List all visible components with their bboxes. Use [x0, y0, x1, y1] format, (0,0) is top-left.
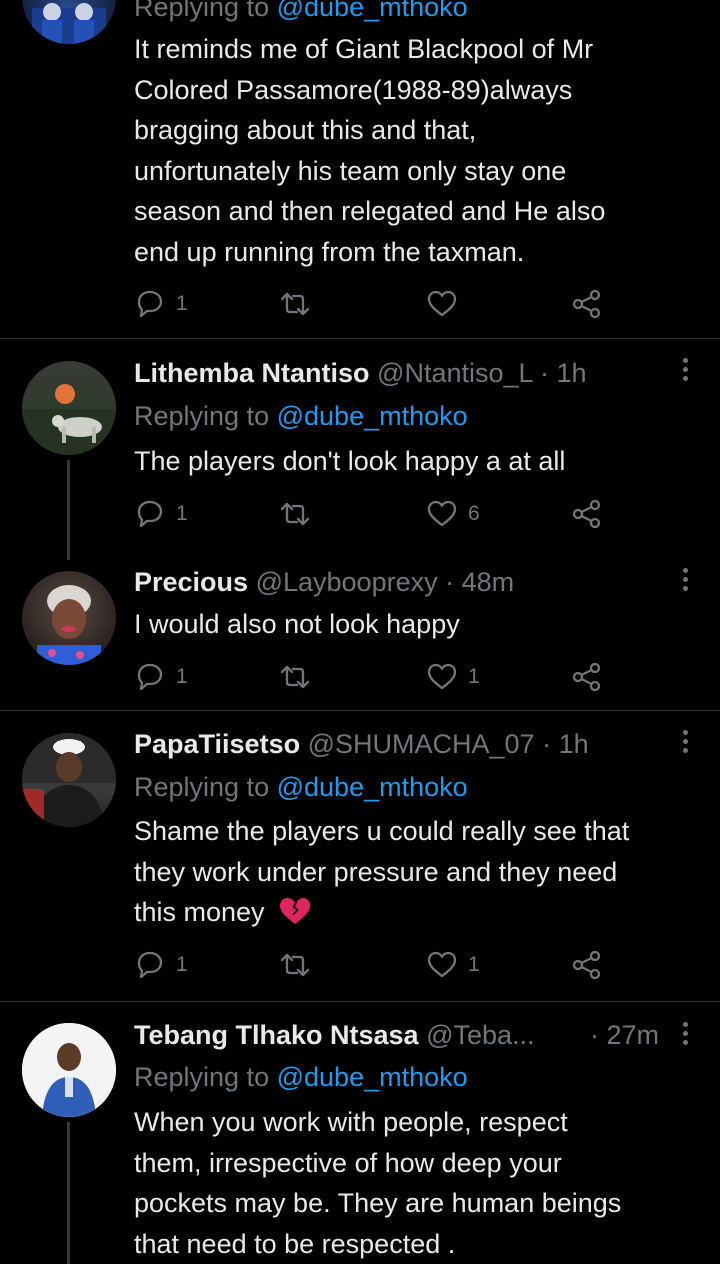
reply-button[interactable]: 1: [134, 497, 188, 531]
retweet-button[interactable]: [279, 948, 311, 982]
divider: [0, 1001, 720, 1002]
more-dots-icon: [682, 568, 688, 573]
tweet-text: The players don't look happy a at all: [134, 446, 566, 476]
tweet-actions: 1 6: [134, 497, 614, 531]
like-button[interactable]: 1: [426, 660, 480, 694]
heart-icon: [427, 663, 457, 690]
retweet-button[interactable]: [279, 660, 311, 694]
tweet-text: It reminds me of Giant Blackpool of Mr C…: [134, 34, 606, 267]
user-handle[interactable]: @SHUMACHA_07: [308, 729, 535, 759]
retweet-button[interactable]: [279, 287, 311, 321]
mention-link[interactable]: @dube_mthoko: [277, 1062, 468, 1092]
reply-button[interactable]: 1: [134, 948, 188, 982]
replying-to: Replying to @dube_mthoko: [134, 772, 468, 802]
reply-button[interactable]: 1: [134, 287, 188, 321]
avatar[interactable]: [22, 733, 116, 827]
reply-button[interactable]: 1: [134, 660, 188, 694]
tweet[interactable]: Lithemba Ntantiso @Ntantiso_L · 1h Reply…: [0, 354, 720, 560]
display-name[interactable]: PapaTiisetso: [134, 729, 300, 759]
avatar[interactable]: [22, 571, 116, 665]
more-options-button[interactable]: [676, 358, 694, 386]
display-name[interactable]: Lithemba Ntantiso: [134, 358, 370, 388]
retweet-icon: [280, 953, 310, 977]
reply-count: 1: [176, 665, 188, 688]
tweet-header: Lithemba Ntantiso @Ntantiso_L · 1h: [134, 356, 587, 390]
like-button[interactable]: [426, 287, 458, 321]
tweet-actions: 1: [134, 287, 614, 321]
like-count: 6: [468, 502, 480, 525]
like-button[interactable]: 6: [426, 497, 480, 531]
share-button[interactable]: [571, 948, 603, 982]
reply-icon: [137, 500, 163, 528]
tweet[interactable]: Precious @Laybooprexy · 48m I would also…: [0, 565, 720, 710]
user-handle[interactable]: @Teba...: [426, 1020, 534, 1050]
broken-heart-icon: [280, 898, 311, 925]
more-dots-icon: [682, 1022, 688, 1027]
tweet[interactable]: Replying to @dube_mthoko It reminds me o…: [0, 0, 720, 338]
replying-to: Replying to @dube_mthoko: [134, 1062, 468, 1092]
retweet-button[interactable]: [279, 497, 311, 531]
tweet-header: PapaTiisetso @SHUMACHA_07 · 1h: [134, 727, 589, 761]
mention-link[interactable]: @dube_mthoko: [277, 401, 468, 431]
tweet-header: Tebang Tlhako Ntsasa @Teba...: [134, 1018, 535, 1052]
more-options-button[interactable]: [676, 1022, 694, 1050]
share-icon: [572, 950, 601, 980]
retweet-icon: [280, 502, 310, 526]
reply-icon: [137, 663, 163, 691]
avatar[interactable]: [22, 1023, 116, 1117]
avatar[interactable]: [22, 0, 116, 44]
tweet-text: When you work with people, respect them,…: [134, 1107, 622, 1259]
reply-icon: [137, 290, 163, 318]
tweet-actions: 1 1: [134, 948, 614, 982]
tweet-text: I would also not look happy: [134, 609, 460, 639]
more-dots-icon: [682, 358, 688, 363]
heart-icon: [427, 290, 457, 317]
tweet-actions: 1 1: [134, 660, 614, 694]
more-options-button[interactable]: [676, 730, 694, 758]
display-name[interactable]: Precious: [134, 567, 248, 597]
share-button[interactable]: [571, 660, 603, 694]
heart-icon: [427, 500, 457, 527]
timestamp[interactable]: · 1h: [542, 729, 589, 759]
like-button[interactable]: 1: [426, 948, 480, 982]
timestamp[interactable]: · 1h: [540, 358, 587, 388]
mention-link[interactable]: @dube_mthoko: [277, 772, 468, 802]
share-icon: [572, 289, 601, 319]
retweet-icon: [280, 665, 310, 689]
share-button[interactable]: [571, 497, 603, 531]
divider: [0, 710, 720, 711]
share-icon: [572, 662, 601, 692]
retweet-icon: [280, 292, 310, 316]
share-button[interactable]: [571, 287, 603, 321]
like-count: 1: [468, 953, 480, 976]
tweet-header: Precious @Laybooprexy · 48m: [134, 565, 514, 599]
user-handle[interactable]: @Ntantiso_L: [377, 358, 533, 388]
avatar[interactable]: [22, 361, 116, 455]
reply-count: 1: [176, 953, 188, 976]
more-options-button[interactable]: [676, 568, 694, 596]
thread-line: [67, 460, 70, 560]
thread-line: [67, 1122, 70, 1264]
tweet[interactable]: PapaTiisetso @SHUMACHA_07 · 1h Replying …: [0, 726, 720, 1001]
like-count: 1: [468, 665, 480, 688]
replying-to: Replying to @dube_mthoko: [134, 0, 468, 24]
divider: [0, 338, 720, 339]
timestamp[interactable]: · 48m: [445, 567, 514, 597]
display-name[interactable]: Tebang Tlhako Ntsasa: [134, 1020, 419, 1050]
share-icon: [572, 499, 601, 529]
user-handle[interactable]: @Laybooprexy: [256, 567, 438, 597]
heart-icon: [427, 951, 457, 978]
reply-count: 1: [176, 292, 188, 315]
tweet-text: Shame the players u could really see tha…: [134, 816, 630, 928]
timestamp[interactable]: · 27m: [590, 1018, 659, 1052]
reply-count: 1: [176, 502, 188, 525]
reply-icon: [137, 951, 163, 979]
replying-to: Replying to @dube_mthoko: [134, 401, 468, 431]
mention-link[interactable]: @dube_mthoko: [277, 0, 468, 22]
tweet[interactable]: Tebang Tlhako Ntsasa @Teba... · 27m Repl…: [0, 1016, 720, 1264]
more-dots-icon: [682, 730, 688, 735]
